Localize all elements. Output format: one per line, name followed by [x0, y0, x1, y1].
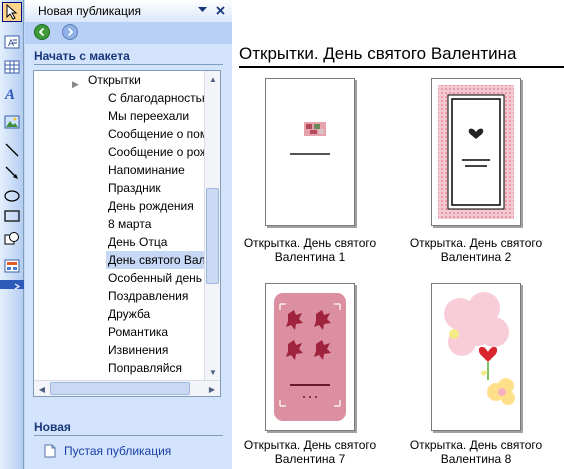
- tree-item[interactable]: Извинения: [106, 341, 204, 359]
- tree-item[interactable]: Поправляйся: [106, 359, 204, 377]
- tree-item-label: Поздравления: [108, 289, 189, 303]
- caption-line: Валентина 8: [440, 452, 512, 466]
- tree-item-label: Дружба: [108, 307, 151, 321]
- section-heading-start-from-design: Начать с макета: [34, 49, 130, 63]
- tree-item-label: Особенный день: [108, 271, 203, 285]
- tree-item[interactable]: Романтика: [106, 323, 204, 341]
- rectangle-icon[interactable]: [2, 206, 22, 226]
- design-caption-1[interactable]: Открытка. День святого Валентина 1: [235, 236, 385, 264]
- section-heading-new: Новая: [34, 420, 71, 434]
- tree-item[interactable]: Сообщение о рож: [106, 143, 204, 161]
- card-1-preview: [290, 122, 330, 155]
- tree-item-label: Извинения: [108, 343, 169, 357]
- arrow-icon[interactable]: [2, 163, 22, 183]
- task-pane-title: Новая публикация: [38, 4, 142, 18]
- design-caption-2[interactable]: Открытка. День святого Валентина 2: [401, 236, 551, 264]
- caption-line: Валентина 2: [440, 250, 512, 264]
- design-gallery: Открытки. День святого Валентина Открытк…: [232, 0, 564, 469]
- design-thumbnail-8[interactable]: [431, 283, 521, 431]
- blank-document-icon: [44, 444, 56, 458]
- gallery-heading: Открытки. День святого Валентина: [239, 44, 517, 63]
- back-icon[interactable]: [34, 24, 50, 40]
- card-8-preview: [444, 292, 515, 405]
- blank-publication-label: Пустая публикация: [64, 444, 172, 458]
- scroll-left-icon[interactable]: ◀: [34, 381, 50, 396]
- vertical-scrollbar[interactable]: ▲ ▼: [204, 71, 220, 380]
- tree-expander-icon[interactable]: ▶: [72, 75, 79, 89]
- tree-item[interactable]: День Отца: [106, 233, 204, 251]
- line-icon[interactable]: [2, 140, 22, 160]
- design-gallery-icon[interactable]: [2, 256, 22, 276]
- design-thumbnail-1[interactable]: [265, 78, 355, 226]
- scroll-down-icon[interactable]: ▼: [205, 364, 220, 380]
- tree-item-label: Сообщение о рож: [108, 145, 204, 159]
- close-icon[interactable]: [213, 3, 227, 17]
- table-icon[interactable]: [2, 57, 22, 77]
- horizontal-scrollbar[interactable]: ◀ ▶: [34, 380, 220, 396]
- caption-line: Открытка. День святого: [243, 438, 377, 452]
- tree-item[interactable]: День рождения: [106, 197, 204, 215]
- scrollbar-thumb[interactable]: [50, 382, 190, 395]
- tree-category-postcards[interactable]: ▶ Открытки: [34, 71, 204, 89]
- tree-item[interactable]: Дружба: [106, 305, 204, 323]
- tree-item-label: День Отца: [108, 235, 168, 249]
- toolbar-grip[interactable]: [0, 280, 24, 290]
- tree-item[interactable]: Напоминание: [106, 161, 204, 179]
- caption-line: Открытка. День святого: [243, 236, 377, 250]
- svg-text:A: A: [4, 87, 15, 101]
- tree-item[interactable]: День святого Вален: [106, 251, 204, 269]
- card-2-preview: [438, 85, 514, 219]
- scroll-right-icon[interactable]: ▶: [204, 381, 220, 396]
- tree-item-label: Напоминание: [108, 163, 185, 177]
- tree-item-label: День рождения: [108, 199, 194, 213]
- tree-item-label: 8 марта: [108, 217, 152, 231]
- picture-icon[interactable]: [2, 112, 22, 132]
- tree-item[interactable]: Сообщение о поме: [106, 125, 204, 143]
- tree-item[interactable]: Поздравления: [106, 287, 204, 305]
- blank-publication-link[interactable]: Пустая публикация: [44, 442, 171, 460]
- objects-toolbar: A A: [0, 0, 24, 469]
- task-pane-nav: [25, 22, 232, 44]
- tree-category-label: Открытки: [88, 73, 141, 87]
- wordart-icon[interactable]: A: [2, 83, 22, 103]
- design-caption-7[interactable]: Открытка. День святого Валентина 7: [235, 438, 385, 466]
- forward-icon[interactable]: [62, 24, 78, 40]
- autoshapes-icon[interactable]: [2, 229, 22, 249]
- text-box-icon[interactable]: A: [2, 32, 22, 52]
- tree-item[interactable]: Праздник: [106, 179, 204, 197]
- caption-line: Открытка. День святого: [409, 438, 543, 452]
- tree-item-label: Мы переехали: [108, 109, 190, 123]
- task-pane-header: Новая публикация: [25, 0, 232, 22]
- caption-line: Валентина 7: [274, 452, 346, 466]
- tree-item-label: Праздник: [108, 181, 161, 195]
- pane-menu-dropdown-icon[interactable]: [195, 3, 209, 17]
- tree-item[interactable]: Мы переехали: [106, 107, 204, 125]
- divider: [34, 435, 223, 436]
- gallery-heading-rule: [239, 66, 564, 68]
- divider: [34, 64, 223, 65]
- design-category-tree: ▶ Открытки С благодарностью Мы переехали С…: [33, 70, 221, 397]
- tree-item-label: Романтика: [108, 325, 169, 339]
- tree-item-label: Поправляйся: [108, 361, 182, 375]
- scroll-up-icon[interactable]: ▲: [205, 71, 220, 87]
- tree-item-label: Сообщение о поме: [108, 127, 204, 141]
- select-arrow-icon[interactable]: [2, 2, 22, 22]
- caption-line: Валентина 1: [274, 250, 346, 264]
- tree-item[interactable]: С благодарностью: [106, 89, 204, 107]
- oval-icon[interactable]: [2, 186, 22, 206]
- scrollbar-thumb[interactable]: [206, 188, 219, 284]
- design-thumbnail-2[interactable]: [431, 78, 521, 226]
- card-7-preview: [274, 293, 346, 421]
- design-caption-8[interactable]: Открытка. День святого Валентина 8: [401, 438, 551, 466]
- tree-item[interactable]: 8 марта: [106, 215, 204, 233]
- tree-item-label: С благодарностью: [108, 91, 204, 105]
- design-thumbnail-7[interactable]: [265, 283, 355, 431]
- tree-item[interactable]: Особенный день: [106, 269, 204, 287]
- tree-item-label: День святого Вален: [108, 253, 204, 267]
- caption-line: Открытка. День святого: [409, 236, 543, 250]
